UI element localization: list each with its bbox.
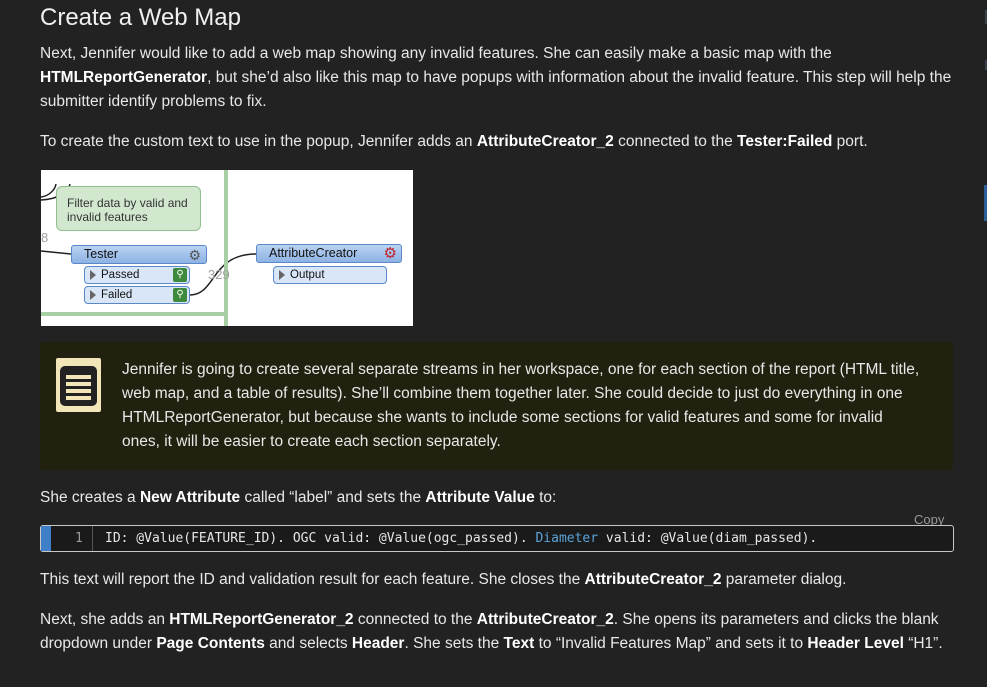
term-tester-failed: Tester:Failed	[737, 133, 833, 150]
feature-count-left: 8	[41, 230, 49, 245]
term-page-contents: Page Contents	[156, 635, 265, 652]
paragraph-htmlreportgenerator-2: Next, she adds an HTMLReportGenerator_2 …	[40, 611, 943, 652]
feature-count-passed: 329	[208, 267, 230, 282]
paragraph-attributecreator: To create the custom text to use in the …	[40, 133, 868, 150]
gear-icon-red[interactable]: ⚙	[384, 245, 397, 262]
port-arrow-icon	[90, 290, 96, 300]
code-block[interactable]: 1 ID: @Value(FEATURE_ID). OGC valid: @Va…	[40, 525, 954, 552]
tip-text: Jennifer is going to create several sepa…	[122, 361, 920, 450]
inspect-icon[interactable]: ⚲	[173, 268, 187, 282]
term-header: Header	[351, 635, 405, 652]
term-new-attribute: New Attribute	[139, 489, 241, 506]
code-accent-bar	[41, 526, 51, 551]
annotation-note: Filter data by valid and invalid feature…	[56, 186, 201, 231]
gutter-divider	[92, 526, 93, 551]
term-htmlreportgenerator-2: HTMLReportGenerator_2	[169, 611, 354, 628]
term-text: Text	[503, 635, 535, 652]
term-attributecreator-2: AttributeCreator_2	[584, 571, 722, 588]
paragraph-intro: Next, Jennifer would like to add a web m…	[40, 45, 952, 110]
tester-transformer[interactable]: Tester ⚙	[71, 245, 207, 264]
line-number: 1	[75, 531, 83, 546]
term-htmlreportgenerator: HTMLReportGenerator	[40, 69, 208, 86]
port-output[interactable]: Output	[273, 266, 387, 284]
term-attribute-value: Attribute Value	[425, 489, 535, 506]
term-header-level: Header Level	[807, 635, 904, 652]
page-title: Create a Web Map	[40, 4, 241, 31]
port-failed[interactable]: Failed ⚲	[84, 286, 190, 304]
gear-icon[interactable]: ⚙	[188, 247, 201, 264]
bookmark-border-bottom	[41, 312, 228, 316]
tip-list-icon	[56, 358, 101, 412]
inspect-icon[interactable]: ⚲	[173, 288, 187, 302]
paragraph-new-attribute: She creates a New Attribute called “labe…	[40, 489, 557, 506]
port-arrow-icon	[90, 270, 96, 280]
term-attributecreator: AttributeCreator_2	[476, 133, 614, 150]
attributecreator-transformer[interactable]: AttributeCreator ⚙	[256, 244, 402, 263]
term-attributecreator-2b: AttributeCreator_2	[476, 611, 614, 628]
code-text: ID: @Value(FEATURE_ID). OGC valid: @Valu…	[105, 531, 818, 546]
port-arrow-icon	[279, 270, 285, 280]
paragraph-report-id: This text will report the ID and validat…	[40, 571, 847, 588]
bookmark-border	[224, 170, 228, 326]
port-passed[interactable]: Passed ⚲	[84, 266, 190, 284]
